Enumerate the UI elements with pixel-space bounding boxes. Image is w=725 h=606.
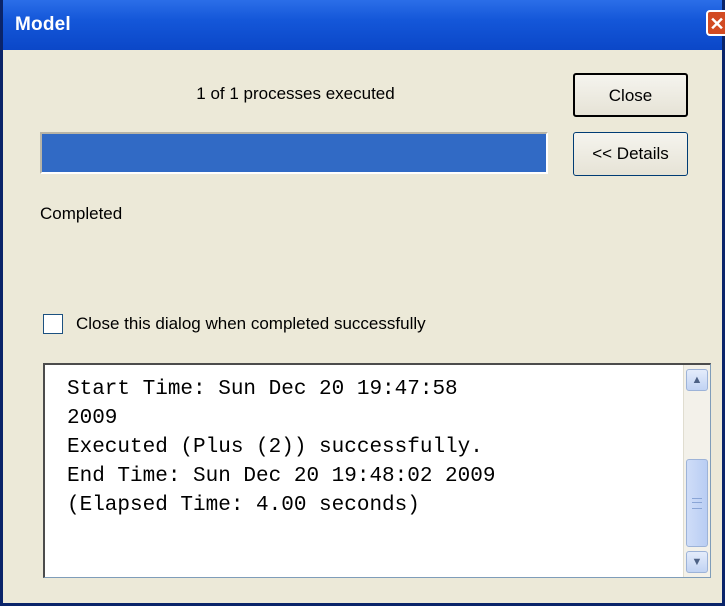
details-toggle-button[interactable]: << Details bbox=[573, 132, 688, 176]
messages-log[interactable]: Start Time: Sun Dec 20 19:47:58 2009 Exe… bbox=[43, 363, 711, 578]
close-button[interactable]: Close bbox=[573, 73, 688, 117]
close-icon[interactable]: ✕ bbox=[706, 10, 725, 36]
close-on-success-option[interactable]: Close this dialog when completed success… bbox=[43, 314, 426, 334]
progress-bar bbox=[40, 132, 548, 174]
scroll-up-arrow-icon[interactable]: ▲ bbox=[686, 369, 708, 391]
completion-status: Completed bbox=[40, 204, 123, 223]
progress-status-text: 1 of 1 processes executed bbox=[196, 84, 395, 103]
log-scrollbar[interactable]: ▲ ▼ bbox=[683, 365, 710, 577]
dialog-window: Model ✕ 1 of 1 processes executed Close … bbox=[0, 0, 725, 606]
close-on-success-label[interactable]: Close this dialog when completed success… bbox=[76, 314, 426, 334]
scroll-thumb[interactable] bbox=[686, 459, 708, 547]
scroll-down-arrow-icon[interactable]: ▼ bbox=[686, 551, 708, 573]
scroll-grip-icon bbox=[692, 498, 702, 509]
progress-bar-fill bbox=[42, 134, 546, 172]
log-text: Start Time: Sun Dec 20 19:47:58 2009 Exe… bbox=[67, 378, 496, 517]
window-title: Model bbox=[15, 14, 71, 35]
close-on-success-checkbox[interactable] bbox=[43, 314, 63, 334]
title-bar[interactable]: Model ✕ bbox=[3, 0, 725, 50]
